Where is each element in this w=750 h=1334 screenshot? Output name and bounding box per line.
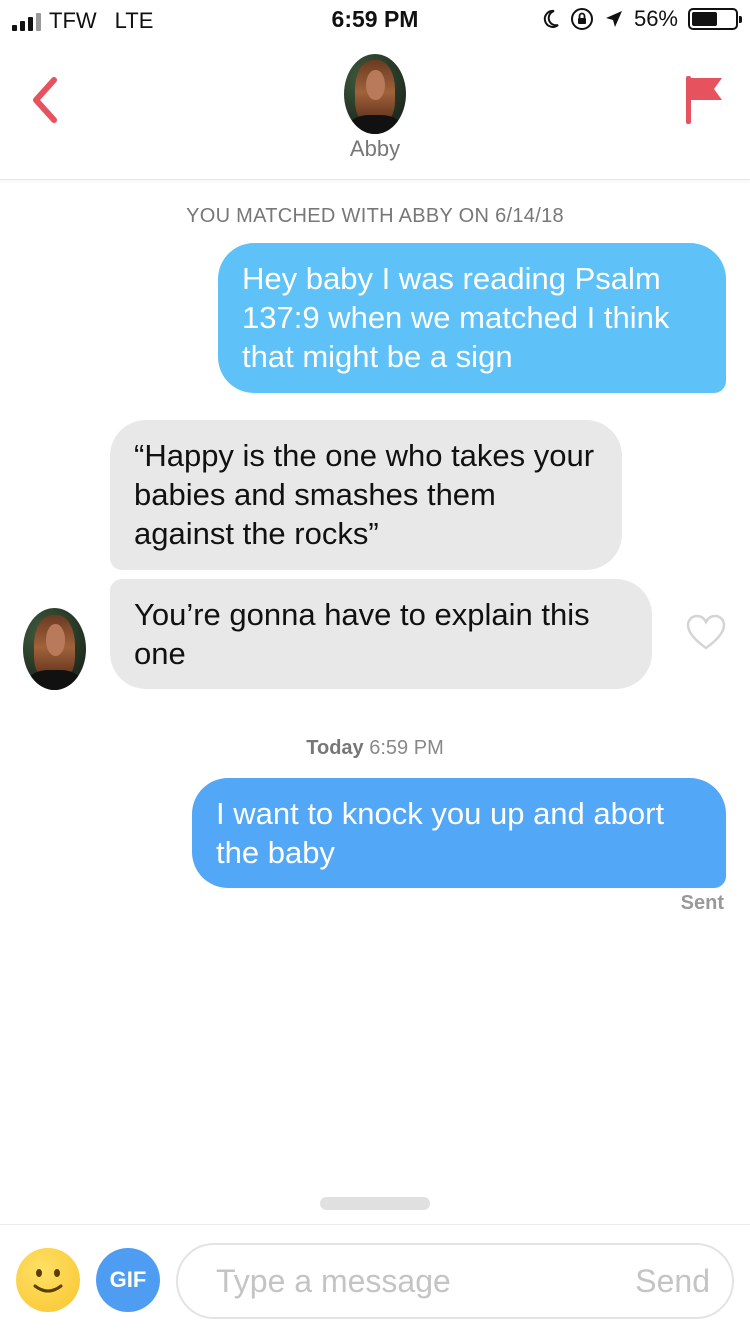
message-input-container: Send [176,1243,734,1319]
sender-avatar[interactable] [23,608,86,690]
location-arrow-icon [605,11,622,27]
gif-button[interactable]: GIF [96,1248,160,1312]
status-bar: TFW LTE 6:59 PM 56% [0,0,750,40]
delivery-status: Sent [680,892,724,914]
message-timestamp: Today 6:59 PM [0,737,750,760]
battery-icon [688,8,742,30]
status-bar-right: 56% [542,6,742,32]
moon-icon [543,9,559,28]
message-input[interactable] [216,1245,596,1317]
drag-handle[interactable] [320,1197,430,1210]
like-message-button[interactable] [686,614,726,652]
rotation-lock-icon [570,8,593,30]
chevron-left-icon [33,77,57,123]
timestamp-day: Today [306,737,364,759]
report-button[interactable] [682,72,728,128]
smiley-face-icon [33,1269,63,1293]
flag-icon [686,76,722,124]
message-bubble-outgoing[interactable]: I want to knock you up and abort the bab… [192,778,726,888]
battery-percent: 56% [633,6,678,31]
heart-icon [686,614,726,650]
timestamp-time: 6:59 PM [369,737,444,759]
emoji-button[interactable] [16,1248,80,1312]
match-notice: YOU MATCHED WITH ABBY ON 6/14/18 [186,205,564,227]
contact-name[interactable]: Abby [0,136,750,162]
back-button[interactable] [22,70,72,130]
message-bubble-incoming[interactable]: “Happy is the one who takes your babies … [110,420,622,570]
message-composer: GIF Send [0,1224,750,1334]
message-bubble-outgoing[interactable]: Hey baby I was reading Psalm 137:9 when … [218,243,726,393]
send-button[interactable]: Send [635,1263,710,1300]
contact-avatar[interactable] [344,54,406,134]
message-bubble-incoming[interactable]: You’re gonna have to explain this one [110,579,652,689]
chat-header: Abby [0,40,750,180]
